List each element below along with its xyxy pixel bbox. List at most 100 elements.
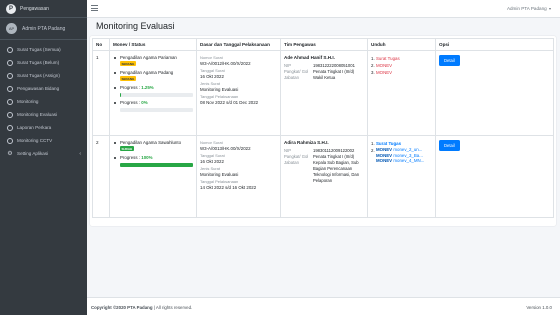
opsi-cell: Detail — [435, 50, 554, 136]
circle-icon — [7, 72, 13, 79]
dasar-cell: Nomor Surat W3-A/0012/HK.00/X/2022 Tangg… — [196, 50, 281, 136]
download-link-surat-tugas[interactable]: Surat Tugas — [376, 141, 401, 146]
gear-icon: ⚙ — [7, 150, 13, 157]
pengawas-name: Adira Rahmiza S.H.I. — [284, 140, 329, 145]
download-link-file[interactable]: monev_4_MN... — [393, 158, 424, 163]
row-number: 2 — [92, 135, 110, 218]
download-link-surat-tugas[interactable]: Surat Tugas — [376, 56, 400, 61]
jenis-surat: Monitoring Evaluasi — [200, 172, 239, 177]
progress-value: 0% — [141, 100, 148, 105]
page-title: Monitoring Evaluasi — [96, 21, 175, 31]
progress-label: Progress : 0% — [120, 100, 148, 105]
progress-item: Progress : 1.25% — [113, 85, 193, 97]
monev-item: Pengadilan Agama Pariaman SEDANG — [113, 55, 193, 67]
header-opsi: Opsi — [435, 38, 554, 51]
monev-label: MONEV — [376, 147, 393, 152]
detail-button[interactable]: Detail — [439, 55, 460, 66]
download-link-monev[interactable]: MONEV — [376, 63, 392, 68]
chevron-left-icon: ‹ — [79, 150, 81, 157]
court-name: Pengadilan Agama Sawahlunto — [120, 140, 182, 145]
monev-table: No Monev / Status Dasar dan Tanggal Pela… — [92, 38, 554, 218]
jenis-surat: Monitoring Evaluasi — [200, 87, 239, 92]
topbar: Admin PTA Padang ▾ — [87, 0, 560, 18]
sidebar-item-monitoring[interactable]: Monitoring — [0, 95, 87, 108]
sidebar-item-label: Monitoring Evaluasi — [17, 112, 58, 117]
tim-pengawas-cell: Ade Ahmad Hanif S.H.I. NIP 1983122220080… — [280, 50, 368, 136]
unduh-cell: 1. Surat Tugas 2. MONEV monev_2_un... MON… — [367, 135, 436, 218]
footer-version: Version 1.0.0 — [526, 305, 552, 310]
download-link-monev[interactable]: MONEV — [376, 70, 392, 75]
jabatan-label: Jabatan — [284, 75, 299, 80]
header-tim-pengawas: Tim Pengawas — [280, 38, 368, 51]
progress-fill — [120, 93, 121, 97]
court-name: Pengadilan Agama Pariaman — [120, 55, 177, 60]
circle-icon — [7, 111, 13, 118]
sidebar-item-setting-aplikasi[interactable]: ⚙ Setting Aplikasi ‹ — [0, 147, 87, 160]
row-number: 1 — [92, 50, 110, 136]
tanggal-pelaksanaan: 08 Nov 2022 s/d 01 Dec 2022 — [200, 100, 259, 105]
footer-copyright: Copyright ©2020 PTA Padang | All rights … — [91, 305, 193, 310]
topbar-user-menu[interactable]: Admin PTA Padang ▾ — [507, 6, 551, 11]
footer: Copyright ©2020 PTA Padang | All rights … — [87, 297, 560, 315]
progress-bar — [120, 93, 193, 97]
progress-value: 100% — [141, 155, 153, 160]
user-panel[interactable]: AP Admin PTA Padang — [0, 18, 87, 40]
monev-card: No Monev / Status Dasar dan Tanggal Pela… — [90, 36, 556, 226]
tanggal-surat: 16 Okt 2022 — [200, 159, 224, 164]
sidebar-item-label: Monitoring — [17, 99, 39, 104]
caret-down-icon: ▾ — [548, 6, 551, 11]
sidebar-item-monitoring-cctv[interactable]: Monitoring CCTV — [0, 134, 87, 147]
header-unduh: Unduh — [367, 38, 436, 51]
sidebar-item-label: Surat Tugas (Belum) — [17, 60, 60, 65]
sidebar-item-label: Surat Tugas (Assign) — [17, 73, 60, 78]
progress-label: Progress : 100% — [120, 155, 153, 160]
header-no: No — [92, 38, 110, 51]
download-link-file[interactable]: monev_3_Ba... — [393, 153, 423, 158]
sidebar-item-surat-tugas-assign[interactable]: Surat Tugas (Assign) — [0, 69, 87, 82]
download-link-file[interactable]: monev_2_un... — [393, 147, 422, 152]
header-monev-status: Monev / Status — [109, 38, 197, 51]
table-row: 1 Pengadilan Agama Pariaman SEDANG Penga… — [92, 50, 554, 136]
table-row: 2 Pengadilan Agama Sawahlunto SUDAH Prog… — [92, 135, 554, 218]
progress-item: Progress : 100% — [113, 155, 193, 167]
status-badge: SEDANG — [120, 76, 136, 81]
pengawas-name: Ade Ahmad Hanif S.H.I. — [284, 55, 335, 60]
status-badge: SUDAH — [120, 146, 134, 151]
progress-bar — [120, 108, 193, 112]
download-item: 1. Surat Tugas — [371, 56, 400, 61]
sidebar-item-monitoring-evaluasi[interactable]: Monitoring Evaluasi — [0, 108, 87, 121]
circle-icon — [7, 124, 13, 131]
nomor-surat: W3-A/0012/HK.00/X/2022 — [200, 61, 251, 66]
progress-fill — [120, 163, 193, 167]
menu-toggle-icon[interactable] — [91, 5, 98, 12]
unduh-cell: 1. Surat Tugas 2. MONEV 3. MONEV — [367, 50, 436, 136]
progress-bar — [120, 163, 193, 167]
table-header-row: No Monev / Status Dasar dan Tanggal Pela… — [92, 38, 554, 51]
monev-label: MONEV — [376, 158, 393, 163]
avatar: AP — [6, 23, 17, 34]
sidebar-item-surat-tugas-belum[interactable]: Surat Tugas (Belum) — [0, 56, 87, 69]
sidebar-item-pengawasan-bidang[interactable]: Pengawasan Bidang — [0, 82, 87, 95]
monev-status-cell: Pengadilan Agama Pariaman SEDANG Pengadi… — [109, 50, 197, 136]
opsi-cell: Detail — [435, 135, 554, 218]
sidebar-item-laporan-perkara[interactable]: Laporan Perkara — [0, 121, 87, 134]
sidebar-item-surat-tugas-semua[interactable]: Surat Tugas (Semua) — [0, 43, 87, 56]
dasar-cell: Nomor Surat W3-A/0013/HK.00/X/2022 Tangg… — [196, 135, 281, 218]
jabatan-value: Wakil Ketua — [313, 75, 336, 80]
circle-icon — [7, 85, 13, 92]
detail-button[interactable]: Detail — [439, 140, 460, 151]
brand-logo-icon: P — [6, 3, 16, 14]
download-item: 3. MONEV — [371, 70, 393, 75]
jabatan-label: Jabatan — [284, 160, 299, 165]
circle-icon — [7, 98, 13, 105]
topbar-user-name: Admin PTA Padang — [506, 6, 547, 11]
sidebar-item-label: Laporan Perkara — [17, 125, 52, 130]
user-name: Admin PTA Padang — [22, 25, 66, 32]
nomor-surat: W3-A/0013/HK.00/X/2022 — [200, 146, 251, 151]
jabatan-value: Kepala Sub Bagian, Sub Bagian Perencanaa… — [313, 160, 360, 183]
circle-icon — [7, 59, 13, 66]
progress-label: Progress : 1.25% — [120, 85, 154, 90]
sidebar-item-label: Surat Tugas (Semua) — [17, 47, 61, 52]
header-dasar: Dasar dan Tanggal Pelaksanaan — [196, 38, 281, 51]
brand[interactable]: P Pengawasan — [0, 0, 87, 18]
